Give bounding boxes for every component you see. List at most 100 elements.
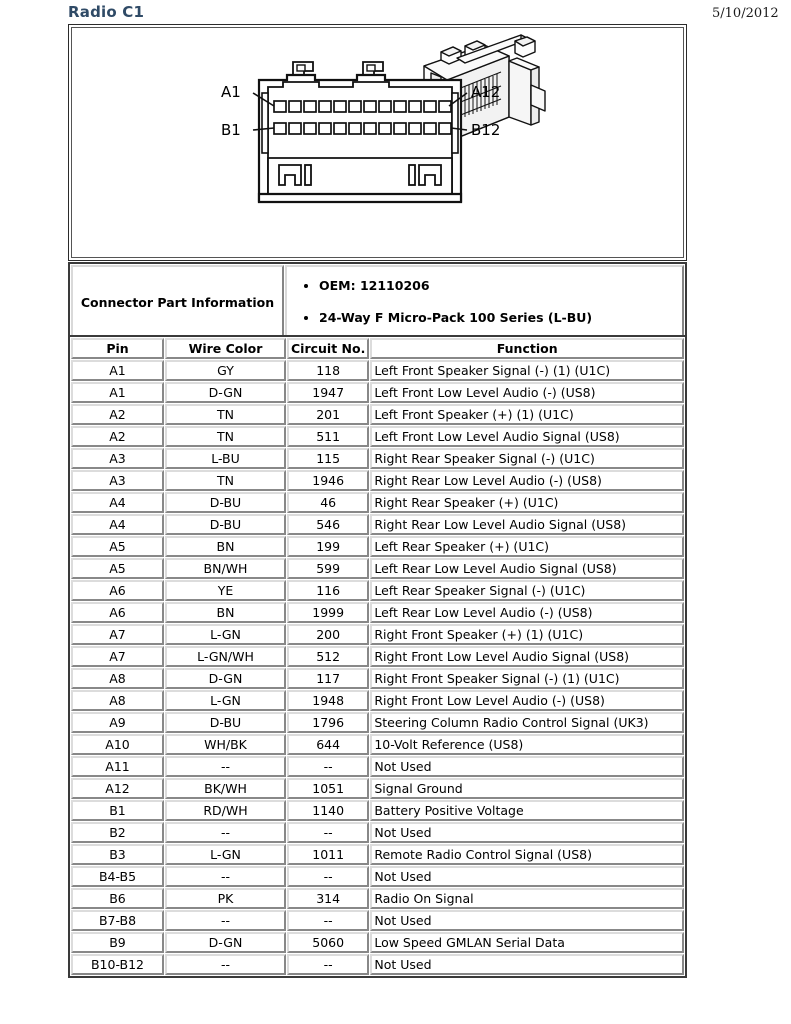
cell-circuit-no: 1011 [287,844,370,865]
cell-function: Left Front Low Level Audio Signal (US8) [370,426,684,447]
table-row: A8 L-GN 1948 Right Front Low Level Audio (-… [71,690,684,711]
cell-wire-color: BN [165,602,286,623]
cell-function: Not Used [370,756,684,777]
table-row: B2 -- -- Not Used [71,822,684,843]
cell-circuit-no: 546 [287,514,370,535]
table-row: A6 YE 116 Left Rear Speaker Signal (-) (U1C… [71,580,684,601]
cell-circuit-no: 1999 [287,602,370,623]
cell-function: Right Front Low Level Audio (-) (US8) [370,690,684,711]
cell-circuit-no: -- [287,756,370,777]
cell-pin: A1 [71,382,164,403]
list-item: OEM: 12110206 [319,278,676,293]
cell-wire-color: BN [165,536,286,557]
table-row: B3 L-GN 1011 Remote Radio Control Signal (U… [71,844,684,865]
cell-wire-color: GY [165,360,286,381]
cell-wire-color: L-GN [165,624,286,645]
cell-pin: A4 [71,514,164,535]
cell-function: Left Rear Speaker Signal (-) (U1C) [370,580,684,601]
cell-function: Left Rear Low Level Audio (-) (US8) [370,602,684,623]
cell-function: Left Front Speaker Signal (-) (1) (U1C) [370,360,684,381]
cell-pin: B10-B12 [71,954,164,975]
cell-pin: A4 [71,492,164,513]
cell-function: Remote Radio Control Signal (US8) [370,844,684,865]
table-row: B1 RD/WH 1140 Battery Positive Voltage [71,800,684,821]
table-row: A6 BN 1999 Left Rear Low Level Audio (-) (U… [71,602,684,623]
cell-pin: B2 [71,822,164,843]
cell-circuit-no: -- [287,954,370,975]
cell-pin: A2 [71,404,164,425]
cell-pin: B1 [71,800,164,821]
cell-wire-color: L-BU [165,448,286,469]
cell-wire-color: -- [165,954,286,975]
cell-function: Right Front Speaker (+) (1) (U1C) [370,624,684,645]
table-row: A9 D-BU 1796 Steering Column Radio Control … [71,712,684,733]
table-row: A1 D-GN 1947 Left Front Low Level Audio (-)… [71,382,684,403]
cell-circuit-no: 201 [287,404,370,425]
table-row: A7 L-GN/WH 512 Right Front Low Level Audio … [71,646,684,667]
table-row: A3 TN 1946 Right Rear Low Level Audio (-) (… [71,470,684,491]
table-row: A3 L-BU 115 Right Rear Speaker Signal (-) (… [71,448,684,469]
cell-function: Not Used [370,910,684,931]
connector-diagram-frame: A1 B1 A12 B12 [68,24,687,261]
cell-wire-color: D-BU [165,514,286,535]
table-row: B7-B8 -- -- Not Used [71,910,684,931]
cell-pin: A11 [71,756,164,777]
cell-circuit-no: 511 [287,426,370,447]
cell-pin: B9 [71,932,164,953]
table-row: A10 WH/BK 644 10-Volt Reference (US8) [71,734,684,755]
cell-wire-color: D-GN [165,382,286,403]
list-item: 24-Way F Micro-Pack 100 Series (L-BU) [319,310,676,325]
cell-pin: B7-B8 [71,910,164,931]
pin-label-b12: B12 [471,121,500,139]
cell-wire-color: TN [165,404,286,425]
cell-function: Steering Column Radio Control Signal (UK… [370,712,684,733]
cell-function: Left Rear Low Level Audio Signal (US8) [370,558,684,579]
cell-wire-color: -- [165,822,286,843]
cell-pin: A8 [71,668,164,689]
table-row: B4-B5 -- -- Not Used [71,866,684,887]
cell-circuit-no: 314 [287,888,370,909]
cell-wire-color: RD/WH [165,800,286,821]
cell-pin: A5 [71,536,164,557]
cell-function: Right Rear Speaker (+) (U1C) [370,492,684,513]
pin-label-b1: B1 [221,121,241,139]
part-info-label: Connector Part Information [71,265,284,340]
pinout-table-body: A1 GY 118 Left Front Speaker Signal (-) (1)… [71,360,684,975]
cell-pin: A3 [71,470,164,491]
table-row: B6 PK 314 Radio On Signal [71,888,684,909]
cell-circuit-no: 118 [287,360,370,381]
table-row: A4 D-BU 46 Right Rear Speaker (+) (U1C) [71,492,684,513]
cell-circuit-no: 1140 [287,800,370,821]
cell-pin: B6 [71,888,164,909]
cell-wire-color: BN/WH [165,558,286,579]
page-title: Radio C1 [68,3,145,21]
table-row: A7 L-GN 200 Right Front Speaker (+) (1) (U1… [71,624,684,645]
cell-function: Right Rear Speaker Signal (-) (U1C) [370,448,684,469]
table-row: A11 -- -- Not Used [71,756,684,777]
cell-function: Signal Ground [370,778,684,799]
column-header-wire-color: Wire Color [165,338,286,359]
cell-wire-color: D-BU [165,492,286,513]
part-info-bullets: OEM: 12110206 24-Way F Micro-Pack 100 Se… [285,265,684,340]
table-row: A2 TN 201 Left Front Speaker (+) (1) (U1C) [71,404,684,425]
cell-circuit-no: 644 [287,734,370,755]
cell-circuit-no: 46 [287,492,370,513]
cell-function: Right Rear Low Level Audio (-) (US8) [370,470,684,491]
cell-wire-color: TN [165,470,286,491]
cell-circuit-no: 1796 [287,712,370,733]
cell-pin: A7 [71,624,164,645]
cell-circuit-no: 115 [287,448,370,469]
cell-wire-color: PK [165,888,286,909]
table-row: A8 D-GN 117 Right Front Speaker Signal (-) … [71,668,684,689]
cell-pin: A1 [71,360,164,381]
cell-wire-color: L-GN [165,844,286,865]
cell-circuit-no: 599 [287,558,370,579]
part-info-bullet-list: OEM: 12110206 24-Way F Micro-Pack 100 Se… [297,278,676,326]
cell-pin: B3 [71,844,164,865]
cell-pin: A12 [71,778,164,799]
pinout-table: Pin Wire Color Circuit No. Function A1 GY… [68,335,687,978]
page-header: Radio C1 5/10/2012 [0,0,791,26]
cell-pin: A10 [71,734,164,755]
table-row: A2 TN 511 Left Front Low Level Audio Signal… [71,426,684,447]
cell-wire-color: -- [165,910,286,931]
